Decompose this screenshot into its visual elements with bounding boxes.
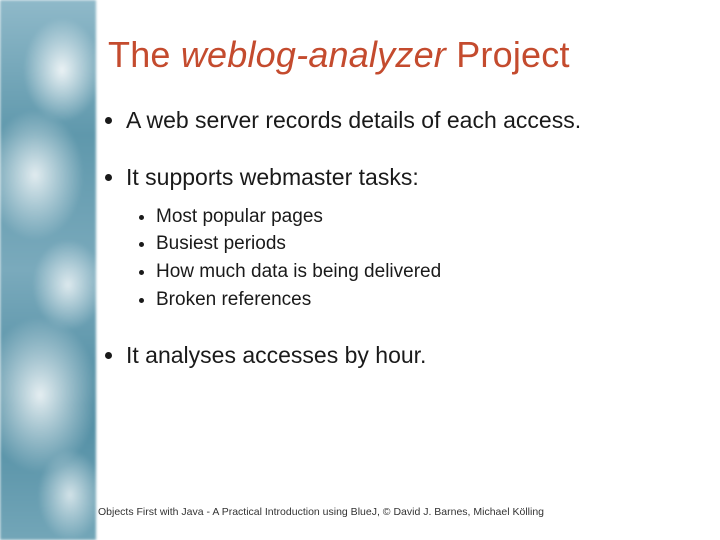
bullet-text: It analyses accesses by hour. xyxy=(126,342,426,368)
sub-bullet-item: Broken references xyxy=(156,286,680,314)
bullet-item: It supports webmaster tasks: Most popula… xyxy=(126,163,680,313)
title-pre: The xyxy=(108,34,181,75)
sub-bullet-item: Most popular pages xyxy=(156,203,680,231)
bullet-item: A web server records details of each acc… xyxy=(126,106,680,135)
title-italic: weblog-analyzer xyxy=(181,34,446,75)
sub-bullet-item: Busiest periods xyxy=(156,230,680,258)
slide: The weblog-analyzer Project A web server… xyxy=(0,0,720,540)
bullet-text: It supports webmaster tasks: xyxy=(126,164,419,190)
slide-title: The weblog-analyzer Project xyxy=(108,34,680,76)
title-post: Project xyxy=(446,34,570,75)
bullet-text: A web server records details of each acc… xyxy=(126,107,581,133)
bullet-list: A web server records details of each acc… xyxy=(108,106,680,371)
slide-content: The weblog-analyzer Project A web server… xyxy=(0,0,720,540)
slide-footer: Objects First with Java - A Practical In… xyxy=(98,506,544,518)
bullet-item: It analyses accesses by hour. xyxy=(126,341,680,370)
sub-bullet-item: How much data is being delivered xyxy=(156,258,680,286)
sub-bullet-list: Most popular pages Busiest periods How m… xyxy=(126,203,680,313)
